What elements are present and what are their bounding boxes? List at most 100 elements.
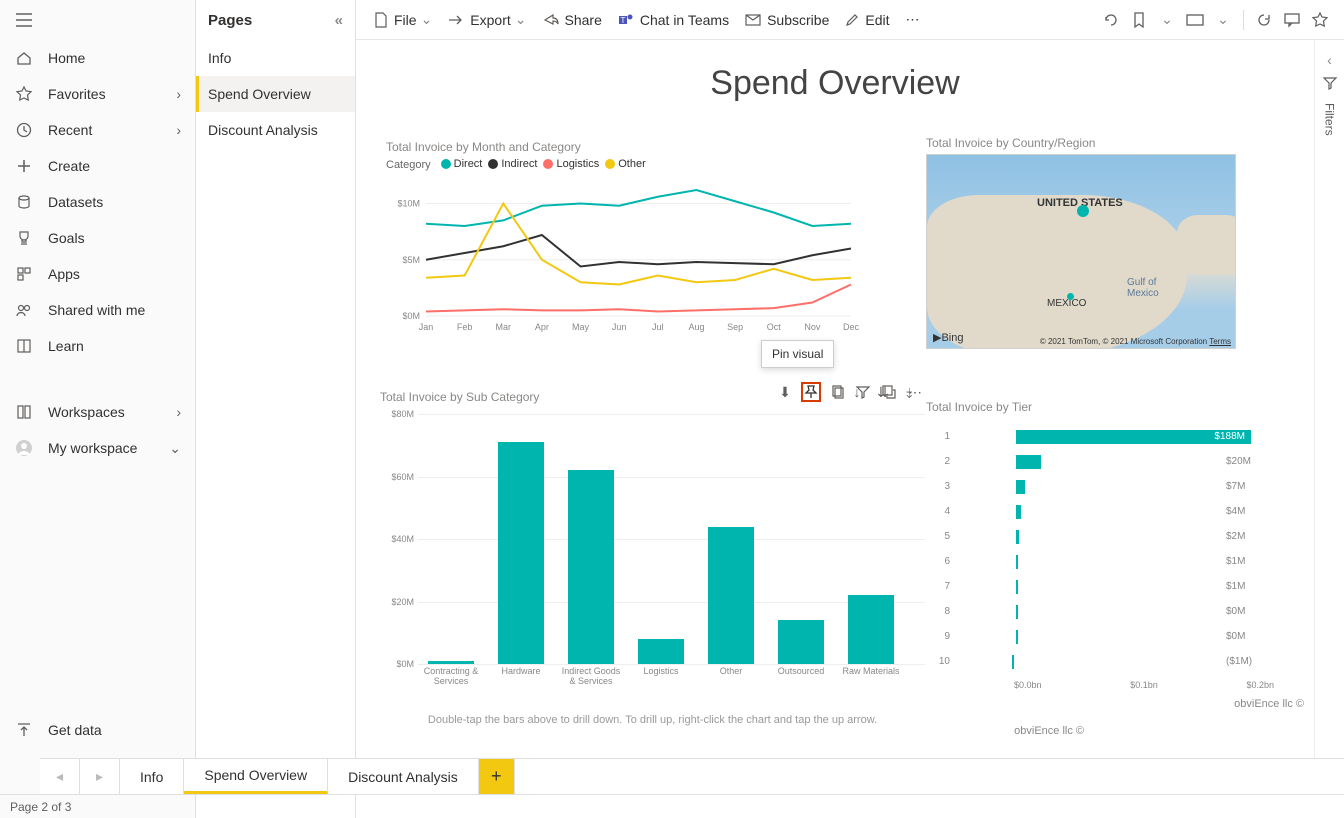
bar-logistics[interactable] bbox=[638, 639, 684, 664]
legend-item-logistics[interactable]: Logistics bbox=[543, 158, 599, 170]
refresh-icon[interactable] bbox=[1250, 12, 1278, 28]
map-visual[interactable]: Total Invoice by Country/Region UNITED S… bbox=[926, 136, 1236, 351]
line-chart-visual[interactable]: Total Invoice by Month and Category Cate… bbox=[386, 140, 856, 370]
tab-discount-analysis[interactable]: Discount Analysis bbox=[328, 759, 479, 794]
nav-favorites[interactable]: Favorites › bbox=[0, 76, 195, 112]
nav-shared[interactable]: Shared with me bbox=[0, 292, 195, 328]
legend-item-direct[interactable]: Direct bbox=[441, 158, 483, 170]
view-mode-icon[interactable] bbox=[1181, 14, 1209, 26]
bookmark-icon[interactable] bbox=[1125, 12, 1153, 28]
tier-row-5[interactable]: 5$2M bbox=[926, 524, 1296, 549]
download-icon[interactable]: ⬇ bbox=[775, 382, 795, 402]
subscribe-button[interactable]: Subscribe bbox=[737, 0, 837, 39]
bar-outsourced[interactable] bbox=[778, 620, 824, 664]
tab-spend-overview[interactable]: Spend Overview bbox=[184, 759, 328, 794]
nav-home[interactable]: Home bbox=[0, 40, 195, 76]
nav-create[interactable]: Create bbox=[0, 148, 195, 184]
tier-row-4[interactable]: 4$4M bbox=[926, 499, 1296, 524]
map-plot: UNITED STATES MEXICO Gulf of Mexico ▶ Bi… bbox=[926, 154, 1236, 349]
bar-contracting-services[interactable] bbox=[428, 661, 474, 664]
nav-apps-label: Apps bbox=[48, 266, 181, 282]
top-toolbar: File⌄ Export⌄ Share TChat in Teams Subsc… bbox=[356, 0, 1344, 40]
apps-icon bbox=[14, 264, 34, 284]
page-item-spend-overview[interactable]: Spend Overview bbox=[196, 76, 355, 112]
chevron-down-icon[interactable]: ⌄ bbox=[1209, 11, 1237, 28]
nav-learn[interactable]: Learn bbox=[0, 328, 195, 364]
page-item-info[interactable]: Info bbox=[196, 40, 355, 76]
chevron-down-icon[interactable]: ⌄ bbox=[1153, 11, 1181, 28]
page-indicator: Page 2 of 3 bbox=[10, 800, 71, 814]
more-options[interactable]: ⋯ bbox=[897, 0, 927, 39]
nav-learn-label: Learn bbox=[48, 338, 181, 354]
people-icon bbox=[14, 300, 34, 320]
tab-add[interactable]: + bbox=[479, 759, 515, 794]
pages-title: Pages bbox=[208, 12, 252, 29]
more-icon[interactable]: ⋯ bbox=[905, 382, 925, 402]
bar-hardware[interactable] bbox=[498, 442, 544, 664]
book-icon bbox=[14, 336, 34, 356]
filter-icon[interactable] bbox=[853, 382, 873, 402]
share-button[interactable]: Share bbox=[535, 0, 610, 39]
nav-my-workspace[interactable]: My workspace ⌄ bbox=[0, 430, 195, 466]
collapse-pane-icon[interactable]: « bbox=[335, 12, 343, 29]
file-menu[interactable]: File⌄ bbox=[366, 0, 440, 39]
map-terms-link[interactable]: Terms bbox=[1209, 337, 1231, 346]
plus-icon bbox=[14, 156, 34, 176]
edit-button[interactable]: Edit bbox=[837, 0, 897, 39]
status-bar: Page 2 of 3 bbox=[0, 794, 1344, 818]
page-item-discount-analysis[interactable]: Discount Analysis bbox=[196, 112, 355, 148]
svg-text:May: May bbox=[572, 322, 590, 332]
filter-icon bbox=[1323, 76, 1337, 93]
nav-datasets[interactable]: Datasets bbox=[0, 184, 195, 220]
focus-mode-icon[interactable] bbox=[879, 382, 899, 402]
tier-row-2[interactable]: 2$20M bbox=[926, 449, 1296, 474]
bar-chart-visual[interactable]: ↓ ⇊ ⤈ ⬇ ⋯ Total Invoice by Sub Category … bbox=[380, 390, 925, 730]
nav-favorites-label: Favorites bbox=[48, 86, 176, 102]
legend-item-indirect[interactable]: Indirect bbox=[488, 158, 537, 170]
svg-text:Jan: Jan bbox=[419, 322, 434, 332]
tier-row-1[interactable]: 1$188M bbox=[926, 424, 1296, 449]
tier-chart-visual[interactable]: Total Invoice by Tier 1$188M2$20M3$7M4$4… bbox=[926, 400, 1296, 730]
nav-workspaces[interactable]: Workspaces › bbox=[0, 394, 195, 430]
database-icon bbox=[14, 192, 34, 212]
pin-visual-button[interactable] bbox=[801, 382, 821, 402]
chevron-right-icon: › bbox=[176, 86, 181, 102]
tier-row-7[interactable]: 7$1M bbox=[926, 574, 1296, 599]
svg-text:$5M: $5M bbox=[402, 255, 420, 265]
filters-pane-collapsed[interactable]: ‹ Filters bbox=[1314, 40, 1344, 758]
tab-info[interactable]: Info bbox=[120, 759, 184, 794]
export-menu[interactable]: Export⌄ bbox=[440, 0, 534, 39]
expand-pane-icon[interactable]: ‹ bbox=[1327, 52, 1332, 68]
svg-text:Aug: Aug bbox=[688, 322, 704, 332]
nav-recent[interactable]: Recent › bbox=[0, 112, 195, 148]
map-point-mexico bbox=[1067, 293, 1074, 300]
legend-item-other[interactable]: Other bbox=[605, 158, 646, 170]
copy-icon[interactable] bbox=[827, 382, 847, 402]
bar-raw-materials[interactable] bbox=[848, 595, 894, 664]
tab-next[interactable]: ▸ bbox=[80, 759, 120, 794]
left-navigation: Home Favorites › Recent › Create Dataset… bbox=[0, 0, 196, 818]
drill-hint: Double-tap the bars above to drill down.… bbox=[380, 714, 925, 726]
tier-row-6[interactable]: 6$1M bbox=[926, 549, 1296, 574]
comment-icon[interactable] bbox=[1278, 13, 1306, 27]
favorite-star-icon[interactable] bbox=[1306, 12, 1334, 28]
nav-get-data[interactable]: Get data bbox=[0, 712, 195, 748]
tier-row-10[interactable]: 10($1M) bbox=[926, 649, 1296, 674]
nav-goals[interactable]: Goals bbox=[0, 220, 195, 256]
nav-apps[interactable]: Apps bbox=[0, 256, 195, 292]
tier-row-9[interactable]: 9$0M bbox=[926, 624, 1296, 649]
nav-hamburger[interactable] bbox=[0, 0, 195, 40]
reset-icon[interactable] bbox=[1097, 12, 1125, 28]
svg-text:$0M: $0M bbox=[402, 311, 420, 321]
svg-text:Apr: Apr bbox=[535, 322, 549, 332]
tab-prev[interactable]: ◂ bbox=[40, 759, 80, 794]
svg-text:Nov: Nov bbox=[804, 322, 821, 332]
map-point-us bbox=[1077, 205, 1089, 217]
svg-text:Mar: Mar bbox=[496, 322, 512, 332]
legend-label: Category bbox=[386, 159, 431, 171]
bar-other[interactable] bbox=[708, 527, 754, 665]
chat-teams-button[interactable]: TChat in Teams bbox=[610, 0, 737, 39]
tier-row-3[interactable]: 3$7M bbox=[926, 474, 1296, 499]
bar-indirect-goods-services[interactable] bbox=[568, 470, 614, 664]
tier-row-8[interactable]: 8$0M bbox=[926, 599, 1296, 624]
